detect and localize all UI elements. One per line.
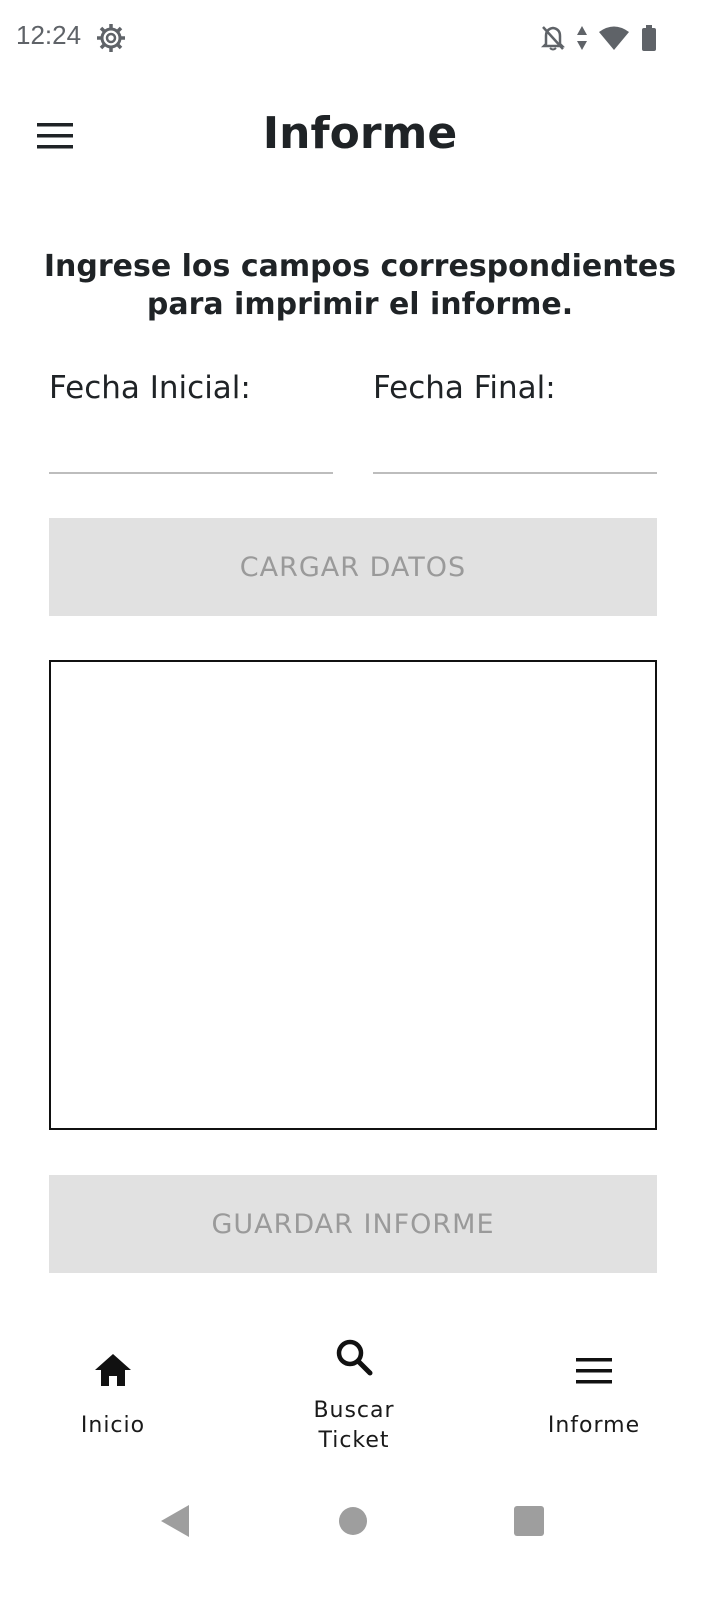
nav-label-informe: Informe [547,1413,641,1438]
home-icon [93,1352,133,1392]
app-bar: Informe [0,88,720,188]
settings-gear-icon [96,23,126,53]
back-icon[interactable] [160,1504,190,1542]
start-date-label: Fecha Inicial: [49,370,251,406]
search-icon [335,1338,373,1380]
notifications-off-icon [540,24,566,52]
start-date-input[interactable] [49,420,333,474]
nav-item-inicio[interactable]: Inicio [13,1320,213,1470]
recents-icon[interactable] [513,1504,545,1541]
menu-icon [576,1358,612,1388]
end-date-label: Fecha Final: [373,370,556,406]
battery-icon [640,24,658,52]
system-navigation-bar [0,1490,720,1550]
save-report-button[interactable]: GUARDAR INFORME [49,1175,657,1273]
status-time: 12:24 [16,20,82,50]
page-title: Informe [262,108,458,159]
status-icons [540,22,658,54]
load-data-button[interactable]: CARGAR DATOS [49,518,657,616]
nav-item-informe[interactable]: Informe [494,1320,694,1470]
home-circle-icon[interactable] [338,1504,368,1540]
wifi-icon [598,25,630,51]
report-preview-area [49,660,657,1130]
bottom-navigation: Inicio Buscar Ticket Informe [0,1320,720,1470]
nav-item-buscar-ticket[interactable]: Buscar Ticket [254,1320,454,1470]
nav-label-buscar-ticket: Buscar Ticket [313,1398,395,1453]
nav-label-inicio: Inicio [80,1413,146,1438]
status-bar: 12:24 [0,0,720,76]
instructions-text: Ingrese los campos correspondientes para… [43,249,677,322]
data-arrows-icon [576,24,588,52]
end-date-input[interactable] [373,420,657,474]
